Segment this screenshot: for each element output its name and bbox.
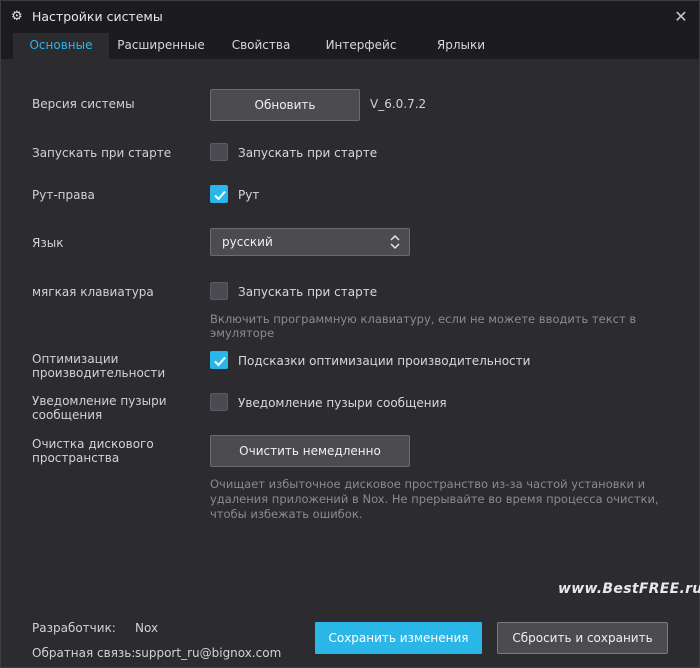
title-bar: ⚙ Настройки системы ✕ xyxy=(1,1,699,33)
developer-value: Nox xyxy=(135,621,159,635)
language-select-value: русский xyxy=(222,235,273,249)
disk-cleanup-hint-line1: Очищает избыточное дисковое пространство… xyxy=(210,477,646,491)
close-icon[interactable]: ✕ xyxy=(669,5,693,29)
window-title: Настройки системы xyxy=(32,9,163,24)
performance-checkbox[interactable] xyxy=(210,351,228,369)
performance-label-line2: производительности xyxy=(32,366,166,380)
developer-label: Разработчик: xyxy=(32,621,116,635)
save-changes-button[interactable]: Сохранить изменения xyxy=(315,622,482,654)
tab-properties[interactable]: Свойства xyxy=(213,33,309,59)
version-value: V_6.0.7.2 xyxy=(370,97,427,111)
settings-window: ⚙ Настройки системы ✕ Основные Расширенн… xyxy=(0,0,700,668)
disk-cleanup-label-line2: пространства xyxy=(32,451,120,465)
disk-cleanup-hint-line2: удаления приложений в Nox. Не прерывайте… xyxy=(210,492,659,506)
root-checkbox[interactable] xyxy=(210,185,228,203)
bubble-checkbox[interactable] xyxy=(210,393,228,411)
soft-keyboard-checkbox-label: Запускать при старте xyxy=(238,285,378,299)
performance-checkbox-label: Подсказки оптимизации производительности xyxy=(238,354,531,368)
soft-keyboard-checkbox[interactable] xyxy=(210,282,228,300)
tab-advanced[interactable]: Расширенные xyxy=(109,33,213,59)
tab-bar: Основные Расширенные Свойства Интерфейс … xyxy=(1,33,699,59)
disk-cleanup-hint-line3: чтобы избежать ошибок. xyxy=(210,507,363,521)
soft-keyboard-label: мягкая клавиатура xyxy=(32,285,154,299)
reset-and-save-button[interactable]: Сбросить и сохранить xyxy=(497,622,668,654)
performance-label-line1: Оптимизации xyxy=(32,352,119,366)
feedback-email[interactable]: support_ru@bignox.com xyxy=(135,646,281,660)
autostart-checkbox[interactable] xyxy=(210,143,228,161)
update-button[interactable]: Обновить xyxy=(210,89,360,121)
tab-shortcuts[interactable]: Ярлыки xyxy=(413,33,509,59)
language-select[interactable]: русский xyxy=(210,228,410,256)
bubble-label-line2: сообщения xyxy=(32,408,103,422)
clean-now-button[interactable]: Очистить немедленно xyxy=(210,435,410,467)
soft-keyboard-hint-line2: эмуляторе xyxy=(210,326,275,340)
soft-keyboard-hint-line1: Включить программную клавиатуру, если не… xyxy=(210,312,637,326)
bubble-label-line1: Уведомление пузыри xyxy=(32,394,167,408)
autostart-label: Запускать при старте xyxy=(32,146,172,160)
checkmark-icon xyxy=(214,356,226,367)
autostart-checkbox-label: Запускать при старте xyxy=(238,146,378,160)
language-label: Язык xyxy=(32,236,64,250)
chevron-updown-icon xyxy=(390,234,400,250)
bubble-checkbox-label: Уведомление пузыри сообщения xyxy=(238,396,447,410)
feedback-label: Обратная связь: xyxy=(32,646,136,660)
disk-cleanup-label-line1: Очистка дискового xyxy=(32,437,154,451)
root-label: Рут-права xyxy=(32,188,95,202)
checkmark-icon xyxy=(214,190,226,201)
version-label: Версия системы xyxy=(32,97,135,111)
watermark: www.BestFREE.ru xyxy=(558,581,700,597)
tab-basic[interactable]: Основные xyxy=(13,33,109,59)
tab-interface[interactable]: Интерфейс xyxy=(309,33,413,59)
gear-icon: ⚙ xyxy=(11,9,23,24)
root-checkbox-label: Рут xyxy=(238,188,260,202)
